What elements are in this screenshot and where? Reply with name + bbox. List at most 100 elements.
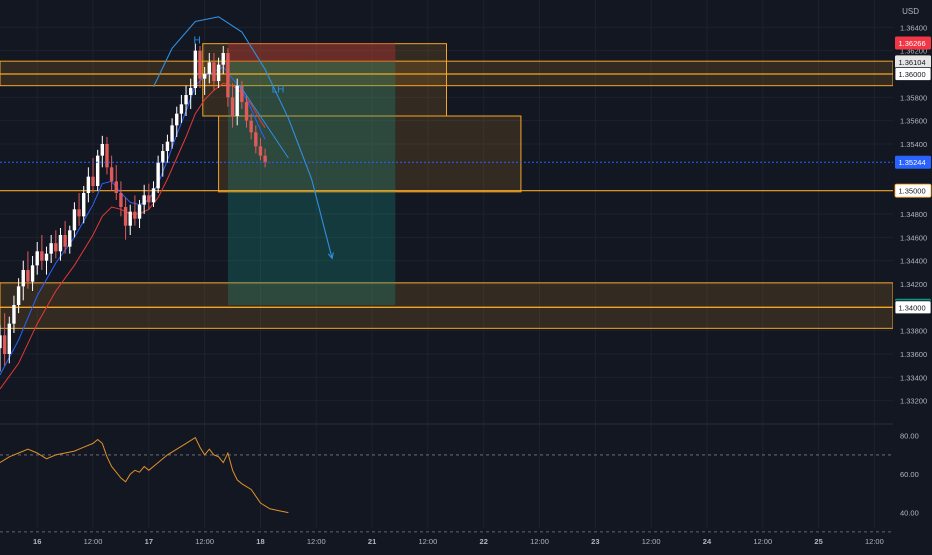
candle-body [44, 253, 49, 261]
candle-body [193, 50, 198, 88]
candle-body [133, 211, 137, 219]
candle-body [165, 141, 170, 151]
rsi-tick-label: 40.00 [900, 509, 919, 518]
price-axis[interactable]: USD 1.364001.362001.358001.356001.354001… [893, 0, 932, 550]
candle-body [54, 243, 58, 252]
candle-body [216, 64, 221, 81]
candle-body [258, 146, 263, 156]
candle-body [235, 85, 239, 116]
candle-body [63, 235, 67, 247]
candle-body [202, 74, 207, 79]
time-tick-label: 18 [256, 537, 264, 546]
candle-body [128, 211, 132, 226]
candle-body [35, 251, 39, 266]
candle-body [77, 209, 81, 217]
price-tag-label: 1.36000 [899, 70, 926, 79]
candle-body [147, 195, 151, 203]
time-tick-label: 12:00 [84, 537, 103, 546]
candle-body [142, 195, 146, 205]
candle-body [68, 230, 72, 247]
trading-chart[interactable]: H LH USD 1.36400 1.36200 1.35800 1.35600 1.35… [0, 0, 932, 550]
candle-body [2, 335, 7, 354]
chart-canvas[interactable]: HLH USD 1.364001.362001.358001.356001.35… [0, 0, 932, 550]
candle-body [156, 162, 160, 189]
candle-body [244, 102, 249, 121]
pattern-label[interactable]: H [193, 36, 200, 47]
candle-body [263, 155, 267, 163]
time-tick-label: 21 [368, 537, 376, 546]
time-tick-label: 22 [480, 537, 488, 546]
candle-body [198, 50, 202, 79]
candle-body [170, 125, 174, 142]
candle-body [114, 181, 118, 193]
price-axis-background [893, 0, 932, 550]
price-tick-label: 1.33200 [900, 397, 927, 406]
candle-body [151, 188, 156, 203]
candle-body [137, 204, 142, 219]
pattern-label[interactable]: LH [272, 85, 285, 96]
time-tick-label: 12:00 [419, 537, 438, 546]
candle-body [212, 62, 216, 81]
support-resistance-band[interactable] [0, 306, 894, 329]
price-tag-label: 1.35000 [899, 187, 926, 196]
candle-body [161, 151, 165, 163]
candle-body [123, 207, 128, 226]
price-tick-label: 1.35400 [900, 140, 927, 149]
candle-body [91, 176, 95, 186]
candle-body [175, 113, 179, 126]
candle-body [230, 97, 235, 116]
price-tick-label: 1.34800 [900, 210, 927, 219]
candle-body [109, 167, 114, 182]
time-tick-label: 12:00 [195, 537, 214, 546]
candle-body [0, 335, 2, 349]
price-tag-label: 1.36104 [899, 58, 926, 67]
price-tick-label: 1.34600 [900, 233, 927, 242]
candle-body [184, 95, 188, 105]
time-tick-label: 17 [145, 537, 153, 546]
time-tick-label: 24 [703, 537, 712, 546]
candle-body [12, 305, 16, 324]
currency-label[interactable]: USD [902, 7, 919, 16]
candle-body [26, 270, 30, 282]
price-tick-label: 1.35800 [900, 93, 927, 102]
price-tick-label: 1.34200 [900, 280, 927, 289]
candle-body [188, 88, 193, 95]
rsi-tick-label: 80.00 [900, 432, 919, 441]
candle-body [249, 120, 253, 133]
short-position-tool[interactable] [227, 42, 396, 306]
candle-body [119, 193, 123, 207]
candle-body [207, 62, 211, 74]
price-tick-label: 1.35600 [900, 117, 927, 126]
time-tick-label: 25 [814, 537, 822, 546]
stop-loss-area[interactable] [227, 42, 396, 62]
candle-body [30, 265, 35, 282]
rsi-tick-label: 60.00 [900, 470, 919, 479]
candle-body [40, 251, 44, 261]
time-tick-label: 12:00 [753, 537, 772, 546]
candle-body [179, 104, 184, 114]
price-tick-label: 1.33400 [900, 373, 927, 382]
price-tag-label: 1.34000 [899, 303, 926, 312]
candle-body [221, 53, 225, 65]
price-tick-label: 1.34400 [900, 257, 927, 266]
candle-body [100, 144, 105, 156]
time-tick-label: 23 [591, 537, 599, 546]
candle-body [82, 193, 86, 217]
candle-body [105, 144, 109, 168]
candle-body [254, 132, 258, 147]
time-tick-label: 12:00 [865, 537, 884, 546]
price-tag-label: 1.36266 [899, 39, 926, 48]
take-profit-area[interactable] [227, 61, 396, 306]
time-tick-label: 12:00 [530, 537, 549, 546]
time-tick-label: 16 [33, 537, 41, 546]
support-resistance-band[interactable] [0, 282, 894, 308]
candle-body [49, 243, 53, 254]
candle-body [7, 323, 12, 354]
time-tick-label: 12:00 [307, 537, 326, 546]
candle-body [72, 209, 77, 231]
candle-body [226, 53, 230, 98]
price-tick-label: 1.33600 [900, 350, 927, 359]
candle-body [21, 270, 25, 287]
price-tag-label: 1.35244 [899, 158, 926, 167]
time-tick-label: 12:00 [642, 537, 661, 546]
